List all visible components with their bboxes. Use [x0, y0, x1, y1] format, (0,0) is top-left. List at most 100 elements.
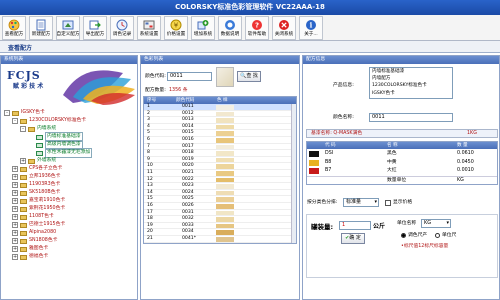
- radio-unit[interactable]: [435, 233, 440, 238]
- color-row[interactable]: 13 0023: [144, 183, 296, 190]
- tree-node[interactable]: + SK5180B色卡: [12, 189, 60, 197]
- color-row[interactable]: 11 0021: [144, 170, 296, 177]
- tree-node[interactable]: + 德福色卡: [12, 253, 48, 261]
- folder-icon: [20, 190, 27, 196]
- folder-icon: [28, 158, 35, 164]
- tree-node[interactable]: + 雅图色卡: [12, 245, 48, 253]
- expand-icon[interactable]: +: [12, 246, 18, 252]
- color-name-label: 颜色名称:: [333, 115, 354, 120]
- close-icon: [278, 19, 290, 31]
- expand-icon[interactable]: +: [12, 230, 18, 236]
- search-button[interactable]: 🔍查 找: [237, 71, 261, 82]
- row-color-code: 0034: [182, 229, 194, 235]
- color-row[interactable]: 19 0033: [144, 223, 296, 230]
- tree-node[interactable]: + 外墙系统: [20, 157, 56, 165]
- color-row[interactable]: 10 0020: [144, 163, 296, 170]
- color-record-button[interactable]: 调色记录: [110, 16, 134, 40]
- expand-icon[interactable]: +: [12, 222, 18, 228]
- color-row[interactable]: 4 0014: [144, 124, 296, 131]
- base-paint-bar: 基漆名称: Q-MASK满色 1KG: [306, 129, 498, 138]
- color-table-scrollbar[interactable]: [291, 104, 296, 243]
- view-recipe-button[interactable]: 查看配方: [2, 16, 26, 40]
- formula-row[interactable]: B7 大红 0.0010: [307, 167, 497, 175]
- add-system-button[interactable]: 增加系统: [191, 16, 215, 40]
- tree-node[interactable]: + 紫荆花1950色卡: [12, 205, 65, 213]
- color-row[interactable]: 8 0018: [144, 150, 296, 157]
- color-row[interactable]: 3 0013: [144, 117, 296, 124]
- row-number: 16: [147, 203, 153, 208]
- tree-node[interactable]: - IGSKY色卡: [4, 109, 45, 117]
- color-row[interactable]: 17 0031: [144, 210, 296, 217]
- color-row[interactable]: 9 0019: [144, 157, 296, 164]
- new-recipe-button[interactable]: 新建配方: [29, 16, 53, 40]
- confirm-button[interactable]: ✔确 定: [341, 233, 365, 244]
- tree-node[interactable]: + 巴德士1915色卡: [12, 221, 65, 229]
- sort-select[interactable]: 标准量 ▾: [343, 198, 379, 207]
- row-color-swatch: [216, 131, 234, 136]
- tree-node-label: 嘉宝莉1910色卡: [29, 198, 66, 203]
- col-code: 颜色代码: [176, 98, 195, 103]
- folder-icon: [20, 206, 27, 212]
- product-line: 1230COLORSKY标准色卡: [372, 83, 427, 89]
- color-row[interactable]: 20 0034: [144, 229, 296, 236]
- color-row[interactable]: 18 0032: [144, 216, 296, 223]
- color-row[interactable]: 21 0041*: [144, 236, 296, 243]
- expand-icon[interactable]: +: [12, 214, 18, 220]
- expand-icon[interactable]: +: [12, 198, 18, 204]
- radio-standard-label: 调色尺产: [408, 233, 428, 238]
- color-row[interactable]: 15 0025: [144, 196, 296, 203]
- color-row[interactable]: 14 0024: [144, 190, 296, 197]
- close-system-button[interactable]: 关闭系统: [272, 16, 296, 40]
- formula-row[interactable]: B8 中黄 0.0450: [307, 159, 497, 167]
- expand-icon[interactable]: +: [12, 254, 18, 260]
- expand-icon[interactable]: +: [12, 190, 18, 196]
- tree-node[interactable]: + SN1808色卡: [12, 237, 57, 245]
- color-row[interactable]: 2 0012: [144, 111, 296, 118]
- system-settings-button[interactable]: 系统设置: [137, 16, 161, 40]
- tree-node[interactable]: +1108T色卡: [12, 213, 54, 221]
- collapse-icon[interactable]: -: [4, 110, 10, 116]
- collapse-icon[interactable]: -: [20, 126, 26, 132]
- expand-icon[interactable]: +: [12, 174, 18, 180]
- color-row[interactable]: 1 0011: [144, 104, 296, 111]
- tree-node[interactable]: + 嘉宝莉1910色卡: [12, 197, 65, 205]
- data-info-button[interactable]: 数据说明: [218, 16, 242, 40]
- color-row[interactable]: 16 0026: [144, 203, 296, 210]
- tree-node-label: SK5180B色卡: [29, 190, 61, 195]
- collapse-icon[interactable]: -: [12, 118, 18, 124]
- about-button[interactable]: i 关于...: [299, 16, 323, 40]
- export-recipe-button[interactable]: 导出配方: [83, 16, 107, 40]
- expand-icon[interactable]: +: [20, 158, 26, 164]
- color-row[interactable]: 7 0017: [144, 144, 296, 151]
- colorant-name: 中黄: [387, 159, 397, 165]
- unit-name-select[interactable]: KG ▾: [421, 219, 451, 228]
- show-price-checkbox[interactable]: [385, 200, 391, 206]
- tree-node[interactable]: + 立邦1936色卡: [12, 173, 60, 181]
- color-code-input[interactable]: 0011: [167, 72, 212, 81]
- expand-icon[interactable]: +: [12, 206, 18, 212]
- price-settings-button[interactable]: ¥ 价格设置: [164, 16, 188, 40]
- expand-icon[interactable]: +: [12, 166, 18, 172]
- expand-icon[interactable]: +: [12, 238, 18, 244]
- tree-node[interactable]: + Alpina2080: [12, 229, 56, 237]
- row-color-swatch: [216, 164, 234, 169]
- tree-node[interactable]: +11903R3色卡: [12, 181, 60, 189]
- color-row[interactable]: 5 0015: [144, 130, 296, 137]
- tree-node[interactable]: + CPS各子立色卡: [12, 165, 62, 173]
- formula-row[interactable]: DSI 黑色 0.0610: [307, 150, 497, 158]
- system-list-header: 系统列表: [1, 56, 137, 64]
- tree-node[interactable]: - 1230COLORSKY标准色卡: [12, 117, 86, 125]
- tree-node[interactable]: 水性木器漆无毛添加: [28, 148, 93, 158]
- expand-icon[interactable]: +: [12, 182, 18, 188]
- custom-recipe-button[interactable]: 自定义配方: [56, 16, 80, 40]
- software-help-button[interactable]: ? 软件帮助: [245, 16, 269, 40]
- sort-label: 按分类色分排:: [307, 200, 338, 205]
- color-row[interactable]: 12 0022: [144, 177, 296, 184]
- color-row[interactable]: 6 0016: [144, 137, 296, 144]
- colorant-code: B7: [325, 168, 332, 173]
- palette-icon: [8, 19, 20, 31]
- row-color-code: 0021: [182, 170, 194, 175]
- can-amount-input[interactable]: 1: [339, 221, 371, 230]
- row-color-swatch: [216, 210, 234, 216]
- radio-standard[interactable]: [401, 233, 406, 238]
